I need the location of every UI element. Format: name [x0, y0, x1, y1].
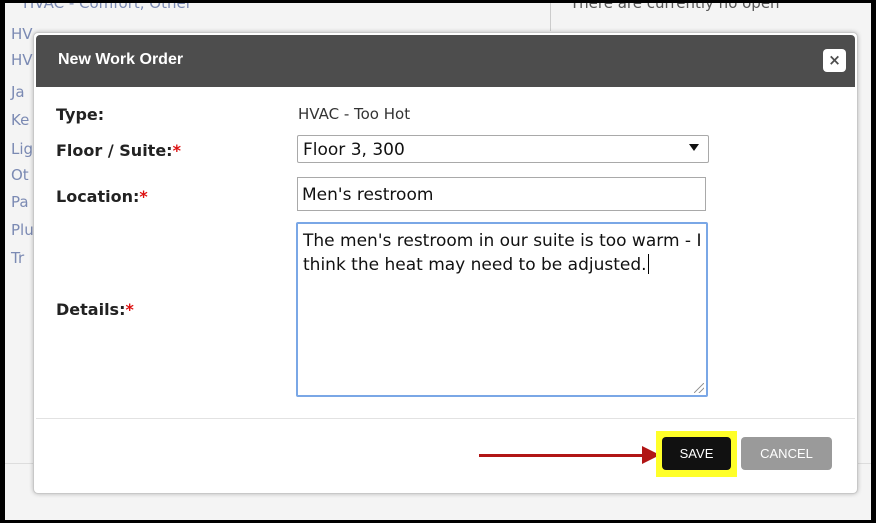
dropdown-arrow-icon [689, 144, 699, 151]
floor-suite-select[interactable]: Floor 3, 300 [297, 135, 709, 163]
category-item[interactable]: HV [11, 25, 33, 43]
category-item[interactable]: Ja [11, 83, 25, 101]
location-input-value: Men's restroom [302, 185, 434, 205]
floor-suite-label: Floor / Suite:* [56, 141, 181, 160]
required-marker: * [172, 141, 181, 160]
dialog-header: New Work Order × [36, 35, 855, 87]
close-icon[interactable]: × [823, 49, 846, 72]
dialog-title: New Work Order [58, 51, 184, 68]
details-label-text: Details: [56, 300, 126, 319]
footer-divider [36, 418, 855, 419]
resize-grip-icon[interactable] [694, 383, 704, 393]
location-input[interactable]: Men's restroom [297, 177, 706, 211]
category-item[interactable]: Pa [11, 193, 29, 211]
annotation-arrow-shaft [479, 454, 647, 457]
background-top-text: HVAC - Comfort, Other [23, 3, 192, 12]
type-value: HVAC - Too Hot [298, 105, 411, 123]
category-item[interactable]: Tr [11, 249, 24, 267]
details-label: Details:* [56, 300, 134, 319]
category-item[interactable]: Ot [11, 166, 29, 184]
details-text: The men's restroom in our suite is too w… [303, 231, 702, 275]
location-label: Location:* [56, 187, 148, 206]
floor-suite-label-text: Floor / Suite: [56, 141, 173, 160]
category-item[interactable]: Ke [11, 111, 29, 129]
save-button[interactable]: SAVE [662, 437, 731, 470]
category-item[interactable]: Lig [11, 140, 33, 158]
cancel-button[interactable]: CANCEL [741, 437, 832, 470]
type-label: Type: [56, 105, 105, 124]
location-label-text: Location: [56, 187, 140, 206]
new-work-order-dialog: New Work Order × Type: HVAC - Too Hot Fl… [33, 32, 858, 494]
category-item[interactable]: HV [11, 51, 33, 69]
background-category-list: HV HV Ja Ke Lig Ot Pa Plu Tr [5, 3, 35, 303]
details-textarea[interactable]: The men's restroom in our suite is too w… [296, 222, 708, 397]
text-cursor [647, 254, 649, 274]
background-status-text: There are currently no open [570, 3, 780, 12]
floor-suite-selected-value: Floor 3, 300 [303, 140, 405, 160]
required-marker: * [139, 187, 148, 206]
background-divider [550, 3, 551, 31]
category-item[interactable]: Plu [11, 221, 34, 239]
required-marker: * [125, 300, 134, 319]
